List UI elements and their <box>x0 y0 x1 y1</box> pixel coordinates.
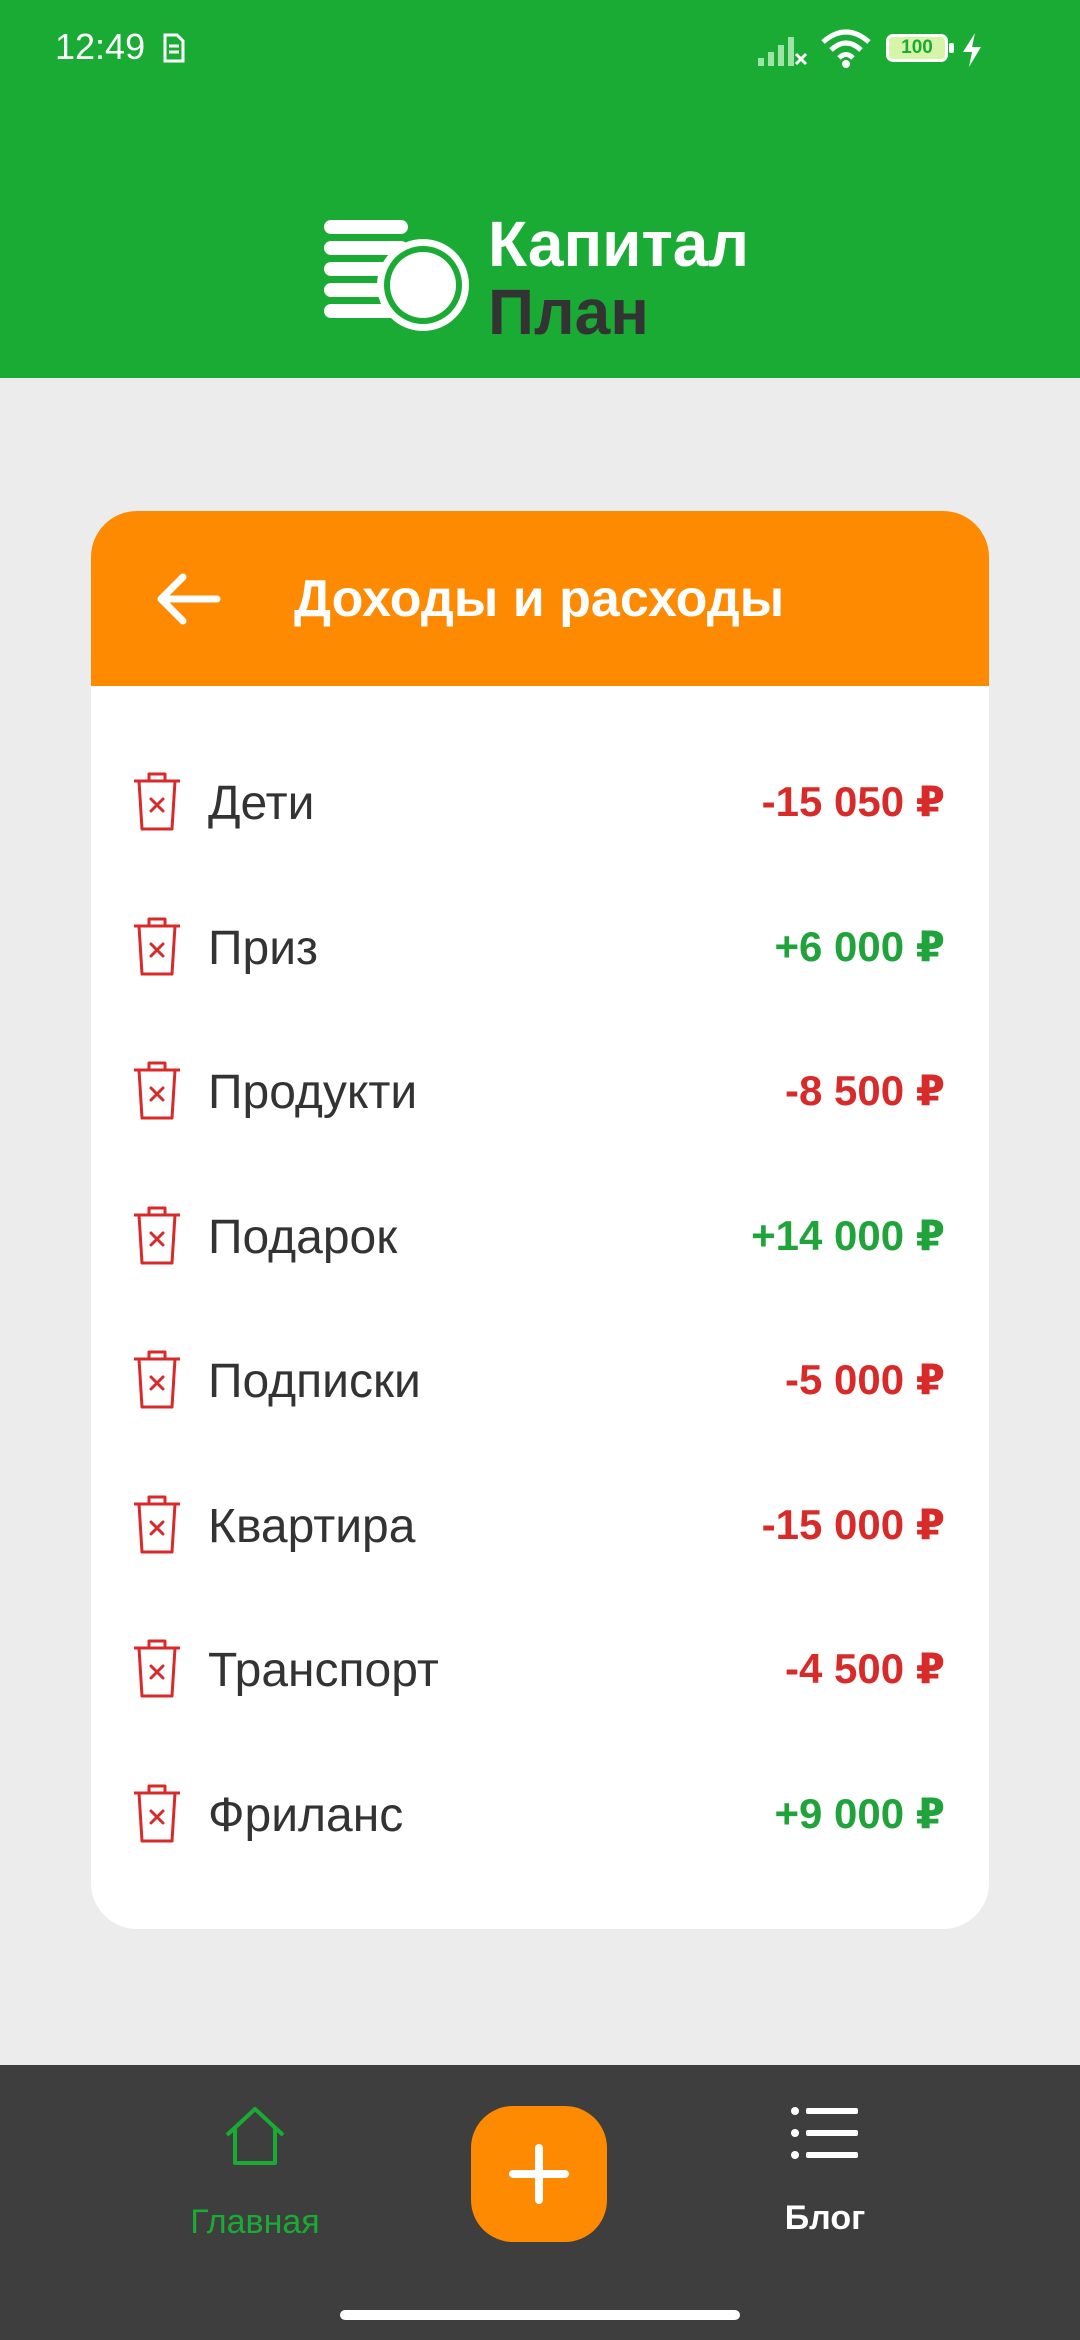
battery-icon: 100 <box>886 34 954 62</box>
delete-button[interactable] <box>129 1058 185 1122</box>
app-header: 12:49 100 Капитал План <box>0 0 1080 378</box>
transaction-row: Подписки -5 000 ₽ <box>91 1329 989 1429</box>
transactions-card: Доходы и расходы Дети -15 050 ₽ Приз +6 000… <box>91 511 989 1929</box>
delete-button[interactable] <box>129 1492 185 1556</box>
trash-icon <box>134 772 180 831</box>
list-icon <box>791 2107 858 2159</box>
home-indicator[interactable] <box>340 2310 740 2320</box>
transaction-amount: -8 500 ₽ <box>785 1067 945 1114</box>
delete-button[interactable] <box>129 914 185 978</box>
back-button[interactable] <box>153 571 223 627</box>
transaction-row: Подарок +14 000 ₽ <box>91 1185 989 1285</box>
home-icon <box>225 2107 285 2165</box>
transaction-label: Фриланс <box>208 1788 404 1842</box>
battery-level: 100 <box>901 37 933 58</box>
card-header: Доходы и расходы <box>91 511 989 686</box>
app-logo: Капитал План <box>320 210 780 350</box>
transaction-label: Подарок <box>208 1210 398 1264</box>
wifi-icon <box>821 29 871 68</box>
transaction-row: Транспорт -4 500 ₽ <box>91 1618 989 1718</box>
transaction-amount: -15 000 ₽ <box>761 1500 945 1548</box>
transaction-label: Дети <box>208 777 315 830</box>
delete-button[interactable] <box>129 1203 185 1267</box>
status-time: 12:49 <box>55 26 146 67</box>
signal-icon <box>758 37 808 66</box>
trash-icon <box>134 1495 180 1553</box>
brand-line-1: Капитал <box>488 208 750 280</box>
delete-button[interactable] <box>129 1636 185 1700</box>
transaction-amount: -4 500 ₽ <box>785 1645 945 1692</box>
transaction-label: Продукти <box>208 1066 418 1119</box>
card-title: Доходы и расходы <box>294 570 785 628</box>
bottom-nav: Главная Блог <box>0 2065 1080 2340</box>
transaction-label: Приз <box>208 921 319 975</box>
arrow-left-icon <box>157 573 221 625</box>
trash-icon <box>134 1350 180 1409</box>
transaction-amount: +6 000 ₽ <box>774 922 945 970</box>
transaction-row: Фриланс +9 000 ₽ <box>91 1763 989 1863</box>
delete-button[interactable] <box>129 1347 185 1411</box>
transaction-label: Подписки <box>208 1355 421 1408</box>
transaction-row: Приз +6 000 ₽ <box>91 896 989 996</box>
delete-button[interactable] <box>129 769 185 833</box>
status-icons: 100 <box>756 28 1056 72</box>
plus-icon <box>509 2144 569 2204</box>
trash-icon <box>134 1639 180 1698</box>
trash-icon <box>134 1206 180 1264</box>
add-transaction-button[interactable] <box>471 2106 607 2242</box>
transaction-label: Квартира <box>208 1499 416 1553</box>
charging-icon <box>963 33 981 67</box>
transaction-label: Транспорт <box>208 1644 439 1697</box>
transaction-row: Дети -15 050 ₽ <box>91 751 989 851</box>
transaction-amount: -5 000 ₽ <box>785 1356 945 1403</box>
nav-blog-label: Блог <box>784 2199 866 2237</box>
sim-icon <box>163 33 185 63</box>
nav-home-label: Главная <box>190 2203 320 2241</box>
delete-button[interactable] <box>129 1781 185 1845</box>
nav-blog[interactable]: Блог <box>745 2105 905 2265</box>
nav-home[interactable]: Главная <box>170 2105 340 2265</box>
coins-icon <box>324 220 469 331</box>
transaction-amount: +9 000 ₽ <box>774 1789 945 1837</box>
trash-icon <box>134 1061 180 1120</box>
transaction-amount: -15 050 ₽ <box>761 778 945 825</box>
trash-icon <box>134 1784 180 1842</box>
trash-icon <box>134 917 180 975</box>
transaction-row: Квартира -15 000 ₽ <box>91 1474 989 1574</box>
transaction-row: Продукти -8 500 ₽ <box>91 1040 989 1140</box>
brand-line-2: План <box>488 276 649 348</box>
transaction-amount: +14 000 ₽ <box>751 1211 945 1259</box>
